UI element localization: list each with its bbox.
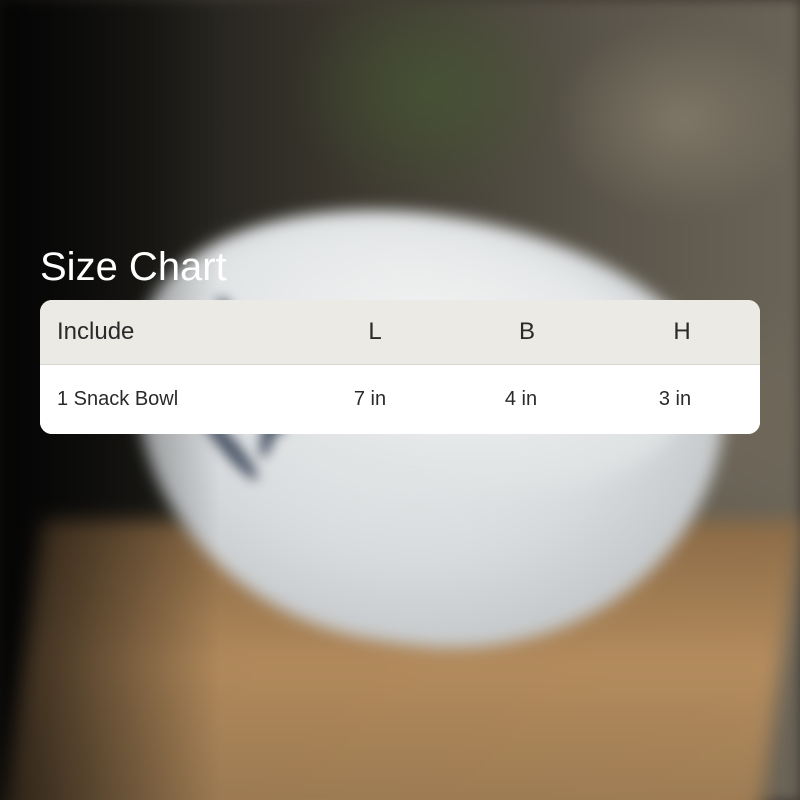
size-chart-title: Size Chart (40, 245, 227, 289)
size-chart-table: Include L B H 1 Snack Bowl 7 in 4 in 3 i… (40, 300, 760, 434)
cell-breadth: 4 in (504, 388, 538, 410)
header-breadth: B (518, 318, 535, 345)
header-height: H (673, 318, 691, 345)
cell-length: 7 in (353, 388, 387, 410)
header-length: L (368, 318, 382, 345)
table-header-row: Include L B H (40, 300, 760, 365)
header-include: Include (57, 318, 135, 345)
table-row: 1 Snack Bowl 7 in 4 in 3 in (40, 365, 760, 434)
cell-include: 1 Snack Bowl (57, 388, 179, 410)
cell-height: 3 in (658, 388, 692, 410)
